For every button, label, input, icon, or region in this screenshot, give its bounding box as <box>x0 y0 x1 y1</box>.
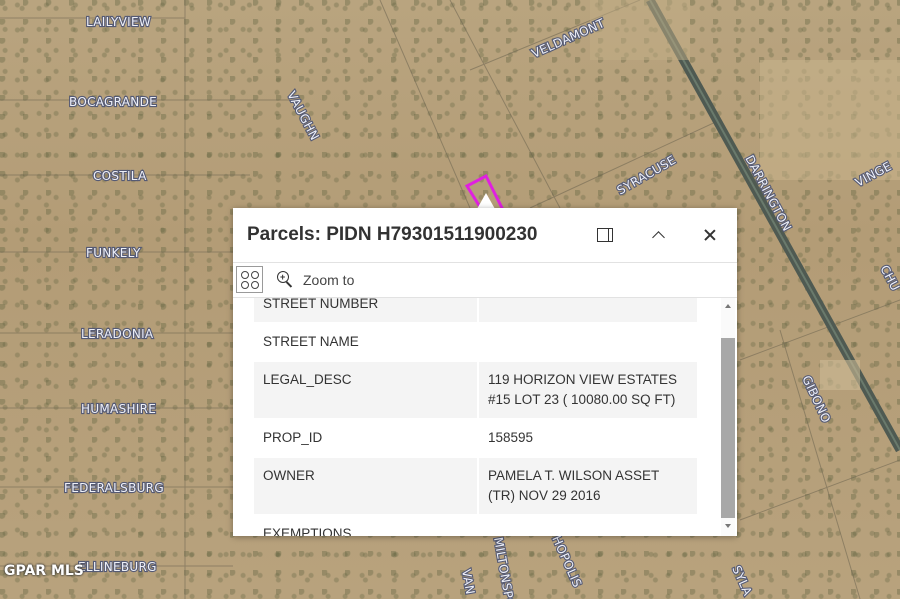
attribute-value <box>477 515 697 536</box>
attribute-key: STREET NUMBER <box>254 298 478 324</box>
street-label: VAN <box>459 568 477 596</box>
actions-menu-icon <box>250 280 259 289</box>
scrollbar[interactable] <box>721 298 735 536</box>
scrollbar-thumb[interactable] <box>721 338 735 518</box>
street-label: MILTONSPO <box>491 536 517 599</box>
attribute-key: PROP_ID <box>254 419 478 458</box>
street-label: ELLINEBURG <box>78 560 157 574</box>
street-label: LAILYVIEW <box>86 15 151 29</box>
scroll-up-arrow-icon[interactable] <box>725 304 731 308</box>
popup-header: Parcels: PIDN H79301511900230 <box>233 208 737 262</box>
table-row: STREET NUMBER <box>254 298 697 324</box>
attribute-key: LEGAL_DESC <box>254 361 478 420</box>
dock-icon <box>597 228 613 242</box>
zoom-in-icon: + <box>277 271 295 289</box>
street-label: GIBONO <box>799 373 833 425</box>
parcel-popup: Parcels: PIDN H79301511900230 + Zoom to <box>233 208 737 536</box>
popup-pointer <box>477 193 495 209</box>
street-label: VAUGHN <box>284 89 322 143</box>
street-label: HOPOLIS <box>549 534 584 590</box>
attribute-value: 158595 <box>477 419 697 458</box>
table-row: LEGAL_DESC 119 HORIZON VIEW ESTATES #15 … <box>254 361 697 420</box>
attribute-key: EXEMPTIONS <box>254 515 478 536</box>
street-label: FEDERALSBURG <box>64 481 164 495</box>
street-label: SYLA <box>729 564 755 599</box>
street-label: CHU <box>877 263 900 293</box>
attribute-key: STREET NAME <box>254 323 478 362</box>
close-icon <box>704 229 716 241</box>
attribute-value <box>477 323 697 362</box>
mls-watermark: GPAR MLS <box>4 563 84 579</box>
popup-toolbar: + Zoom to <box>233 262 737 298</box>
street-label: BOCAGRANDE <box>69 95 157 109</box>
zoom-to-button[interactable]: + Zoom to <box>277 271 354 289</box>
street-label: DARRINGTON <box>742 153 794 234</box>
actions-menu-icon <box>250 270 259 279</box>
attribute-table: STREET NUMBER STREET NAME LEGAL_DESC 119… <box>254 298 697 536</box>
actions-menu-button[interactable] <box>236 266 263 293</box>
close-button[interactable] <box>696 221 724 249</box>
table-row: STREET NAME <box>254 323 697 362</box>
street-label: VINGE <box>853 159 894 190</box>
street-label: SYRACUSE <box>615 153 679 198</box>
actions-menu-icon <box>240 270 249 279</box>
table-row: OWNER PAMELA T. WILSON ASSET (TR) NOV 29… <box>254 457 697 516</box>
attribute-panel[interactable]: STREET NUMBER STREET NAME LEGAL_DESC 119… <box>233 298 737 536</box>
street-label: HUMASHIRE <box>81 402 156 416</box>
attribute-value <box>477 298 697 324</box>
actions-menu-icon <box>240 280 249 289</box>
attribute-key: OWNER <box>254 457 478 516</box>
chevron-up-icon <box>651 231 665 244</box>
attribute-value: PAMELA T. WILSON ASSET (TR) NOV 29 2016 <box>477 457 697 516</box>
street-label: COSTILA <box>93 169 147 183</box>
table-row: PROP_ID 158595 <box>254 419 697 458</box>
zoom-to-label: Zoom to <box>303 272 355 288</box>
street-label: LERADONIA <box>81 327 154 341</box>
dock-button[interactable] <box>591 221 619 249</box>
collapse-button[interactable] <box>644 221 672 249</box>
scroll-down-arrow-icon[interactable] <box>725 524 731 528</box>
popup-title: Parcels: PIDN H79301511900230 <box>247 224 538 245</box>
street-label: FUNKELY <box>86 246 141 260</box>
attribute-value: 119 HORIZON VIEW ESTATES #15 LOT 23 ( 10… <box>477 361 697 420</box>
street-label: VELDAMONT <box>530 16 608 61</box>
table-row: EXEMPTIONS <box>254 515 697 536</box>
